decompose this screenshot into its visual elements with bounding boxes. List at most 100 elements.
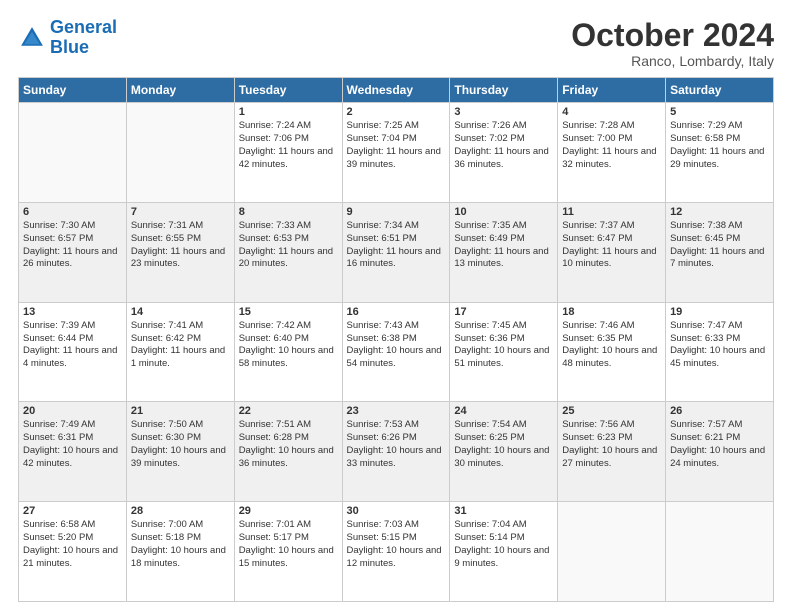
calendar-cell: 6 Sunrise: 7:30 AM Sunset: 6:57 PM Daylig…: [19, 202, 127, 302]
day-content: Sunrise: 7:26 AM Sunset: 7:02 PM Dayligh…: [454, 120, 553, 171]
day-content: Sunrise: 7:33 AM Sunset: 6:53 PM Dayligh…: [239, 220, 338, 271]
day-content: Sunrise: 7:56 AM Sunset: 6:23 PM Dayligh…: [562, 419, 661, 470]
logo-line2: Blue: [50, 37, 89, 57]
day-content: Sunrise: 7:39 AM Sunset: 6:44 PM Dayligh…: [23, 320, 122, 371]
calendar-cell: 1 Sunrise: 7:24 AM Sunset: 7:06 PM Daylig…: [234, 103, 342, 203]
day-content: Sunrise: 7:47 AM Sunset: 6:33 PM Dayligh…: [670, 320, 769, 371]
day-number: 4: [562, 106, 661, 118]
day-number: 5: [670, 106, 769, 118]
calendar-cell: 19 Sunrise: 7:47 AM Sunset: 6:33 PM Dayli…: [666, 302, 774, 402]
day-content: Sunrise: 7:31 AM Sunset: 6:55 PM Dayligh…: [131, 220, 230, 271]
day-number: 7: [131, 206, 230, 218]
weekday-header-friday: Friday: [558, 78, 666, 103]
calendar-cell: 20 Sunrise: 7:49 AM Sunset: 6:31 PM Dayli…: [19, 402, 127, 502]
day-content: Sunrise: 7:34 AM Sunset: 6:51 PM Dayligh…: [347, 220, 446, 271]
calendar-cell: [19, 103, 127, 203]
calendar-cell: 4Sunrise: 7:28 AM Sunset: 7:00 PM Daylig…: [558, 103, 666, 203]
weekday-header-row: SundayMondayTuesdayWednesdayThursdayFrid…: [19, 78, 774, 103]
day-number: 21: [131, 405, 230, 417]
calendar-cell: 28 Sunrise: 7:00 AM Sunset: 5:18 PM Dayli…: [126, 502, 234, 602]
calendar-cell: 12 Sunrise: 7:38 AM Sunset: 6:45 PM Dayli…: [666, 202, 774, 302]
day-content: Sunrise: 7:38 AM Sunset: 6:45 PM Dayligh…: [670, 220, 769, 271]
calendar-cell: 25 Sunrise: 7:56 AM Sunset: 6:23 PM Dayli…: [558, 402, 666, 502]
day-number: 27: [23, 505, 122, 517]
day-content: Sunrise: 7:46 AM Sunset: 6:35 PM Dayligh…: [562, 320, 661, 371]
day-number: 9: [347, 206, 446, 218]
day-number: 20: [23, 405, 122, 417]
calendar-cell: 11 Sunrise: 7:37 AM Sunset: 6:47 PM Dayli…: [558, 202, 666, 302]
calendar-cell: 30Sunrise: 7:03 AM Sunset: 5:15 PM Dayli…: [342, 502, 450, 602]
calendar-cell: 9 Sunrise: 7:34 AM Sunset: 6:51 PM Daylig…: [342, 202, 450, 302]
day-number: 6: [23, 206, 122, 218]
calendar-cell: 24 Sunrise: 7:54 AM Sunset: 6:25 PM Dayli…: [450, 402, 558, 502]
day-content: Sunrise: 7:49 AM Sunset: 6:31 PM Dayligh…: [23, 419, 122, 470]
calendar-cell: 8Sunrise: 7:33 AM Sunset: 6:53 PM Daylig…: [234, 202, 342, 302]
day-content: Sunrise: 7:51 AM Sunset: 6:28 PM Dayligh…: [239, 419, 338, 470]
week-row-4: 20 Sunrise: 7:49 AM Sunset: 6:31 PM Dayli…: [19, 402, 774, 502]
day-number: 26: [670, 405, 769, 417]
calendar-cell: 29 Sunrise: 7:01 AM Sunset: 5:17 PM Dayli…: [234, 502, 342, 602]
calendar-cell: 10Sunrise: 7:35 AM Sunset: 6:49 PM Dayli…: [450, 202, 558, 302]
calendar-cell: [558, 502, 666, 602]
day-number: 31: [454, 505, 553, 517]
day-number: 24: [454, 405, 553, 417]
logo-icon: [18, 24, 46, 52]
day-content: Sunrise: 7:57 AM Sunset: 6:21 PM Dayligh…: [670, 419, 769, 470]
calendar-cell: [666, 502, 774, 602]
calendar-cell: 13 Sunrise: 7:39 AM Sunset: 6:44 PM Dayli…: [19, 302, 127, 402]
calendar-cell: 14Sunrise: 7:41 AM Sunset: 6:42 PM Dayli…: [126, 302, 234, 402]
day-number: 16: [347, 306, 446, 318]
weekday-header-wednesday: Wednesday: [342, 78, 450, 103]
weekday-header-monday: Monday: [126, 78, 234, 103]
day-number: 15: [239, 306, 338, 318]
calendar-cell: 7 Sunrise: 7:31 AM Sunset: 6:55 PM Daylig…: [126, 202, 234, 302]
day-content: Sunrise: 7:00 AM Sunset: 5:18 PM Dayligh…: [131, 519, 230, 570]
day-content: Sunrise: 7:24 AM Sunset: 7:06 PM Dayligh…: [239, 120, 338, 171]
day-content: Sunrise: 7:50 AM Sunset: 6:30 PM Dayligh…: [131, 419, 230, 470]
week-row-5: 27 Sunrise: 6:58 AM Sunset: 5:20 PM Dayli…: [19, 502, 774, 602]
calendar-cell: 26 Sunrise: 7:57 AM Sunset: 6:21 PM Dayli…: [666, 402, 774, 502]
day-content: Sunrise: 7:43 AM Sunset: 6:38 PM Dayligh…: [347, 320, 446, 371]
day-content: Sunrise: 6:58 AM Sunset: 5:20 PM Dayligh…: [23, 519, 122, 570]
day-content: Sunrise: 7:54 AM Sunset: 6:25 PM Dayligh…: [454, 419, 553, 470]
calendar-cell: [126, 103, 234, 203]
day-content: Sunrise: 7:25 AM Sunset: 7:04 PM Dayligh…: [347, 120, 446, 171]
day-content: Sunrise: 7:01 AM Sunset: 5:17 PM Dayligh…: [239, 519, 338, 570]
day-content: Sunrise: 7:37 AM Sunset: 6:47 PM Dayligh…: [562, 220, 661, 271]
day-content: Sunrise: 7:53 AM Sunset: 6:26 PM Dayligh…: [347, 419, 446, 470]
calendar-cell: 2 Sunrise: 7:25 AM Sunset: 7:04 PM Daylig…: [342, 103, 450, 203]
day-content: Sunrise: 7:45 AM Sunset: 6:36 PM Dayligh…: [454, 320, 553, 371]
calendar-cell: 23Sunrise: 7:53 AM Sunset: 6:26 PM Dayli…: [342, 402, 450, 502]
day-number: 22: [239, 405, 338, 417]
day-content: Sunrise: 7:04 AM Sunset: 5:14 PM Dayligh…: [454, 519, 553, 570]
day-number: 14: [131, 306, 230, 318]
day-number: 13: [23, 306, 122, 318]
day-number: 28: [131, 505, 230, 517]
logo-text: General Blue: [50, 18, 117, 58]
page: General Blue October 2024 Ranco, Lombard…: [0, 0, 792, 612]
week-row-3: 13 Sunrise: 7:39 AM Sunset: 6:44 PM Dayli…: [19, 302, 774, 402]
day-content: Sunrise: 7:30 AM Sunset: 6:57 PM Dayligh…: [23, 220, 122, 271]
day-number: 19: [670, 306, 769, 318]
day-number: 29: [239, 505, 338, 517]
calendar-cell: 21 Sunrise: 7:50 AM Sunset: 6:30 PM Dayli…: [126, 402, 234, 502]
day-number: 12: [670, 206, 769, 218]
title-block: October 2024 Ranco, Lombardy, Italy: [571, 18, 774, 69]
day-content: Sunrise: 7:42 AM Sunset: 6:40 PM Dayligh…: [239, 320, 338, 371]
calendar-cell: 31 Sunrise: 7:04 AM Sunset: 5:14 PM Dayli…: [450, 502, 558, 602]
logo-line1: General: [50, 17, 117, 37]
month-title: October 2024: [571, 18, 774, 53]
day-content: Sunrise: 7:03 AM Sunset: 5:15 PM Dayligh…: [347, 519, 446, 570]
day-number: 2: [347, 106, 446, 118]
day-number: 17: [454, 306, 553, 318]
day-number: 3: [454, 106, 553, 118]
calendar-cell: 22 Sunrise: 7:51 AM Sunset: 6:28 PM Dayli…: [234, 402, 342, 502]
day-number: 1: [239, 106, 338, 118]
day-number: 25: [562, 405, 661, 417]
week-row-1: 1 Sunrise: 7:24 AM Sunset: 7:06 PM Daylig…: [19, 103, 774, 203]
calendar-cell: 16 Sunrise: 7:43 AM Sunset: 6:38 PM Dayli…: [342, 302, 450, 402]
day-content: Sunrise: 7:29 AM Sunset: 6:58 PM Dayligh…: [670, 120, 769, 171]
day-content: Sunrise: 7:35 AM Sunset: 6:49 PM Dayligh…: [454, 220, 553, 271]
calendar-cell: 5 Sunrise: 7:29 AM Sunset: 6:58 PM Daylig…: [666, 103, 774, 203]
day-number: 11: [562, 206, 661, 218]
